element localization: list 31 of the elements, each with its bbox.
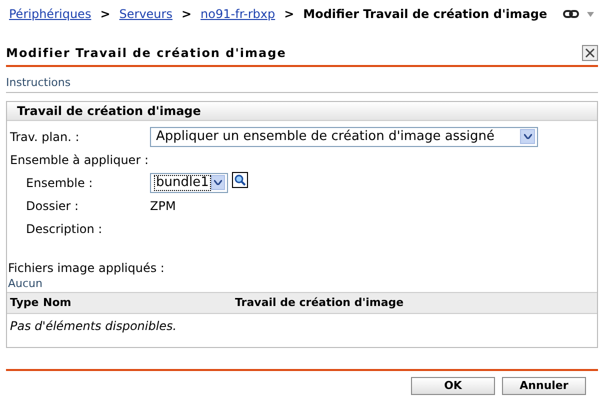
breadcrumb-separator: > xyxy=(181,6,192,23)
empty-message: Pas d'éléments disponibles. xyxy=(10,318,177,335)
breadcrumb-separator: > xyxy=(100,6,110,23)
column-header: Nom xyxy=(43,294,72,311)
dialog-title: Modifier Travail de création d'image xyxy=(6,45,286,62)
field-label: Ensemble : xyxy=(25,174,94,192)
breadcrumb-link[interactable]: no91-fr-rbxp xyxy=(200,5,276,23)
close-button[interactable] xyxy=(582,45,598,61)
search-button[interactable] xyxy=(232,172,248,188)
section-title: Travail de création d'image xyxy=(7,102,597,121)
dialog-button[interactable]: OK xyxy=(411,377,495,395)
breadcrumb-link[interactable]: Périphériques xyxy=(9,5,92,23)
breadcrumb-link[interactable]: Serveurs xyxy=(119,5,172,23)
field-label: Dossier : xyxy=(25,198,80,214)
breadcrumb-current: Modifier Travail de création d'image xyxy=(303,6,548,23)
breadcrumb-separator: > xyxy=(284,6,294,23)
field-label: Ensemble à appliquer : xyxy=(10,152,148,168)
field-label: Fichiers image appliqués : xyxy=(7,260,166,276)
bundle-dropdown[interactable]: bundle1 xyxy=(150,172,228,192)
field-value: ZPM xyxy=(150,198,176,214)
link-icon[interactable] xyxy=(563,9,579,19)
column-header: Travail de création d'image xyxy=(235,294,404,311)
column-header: Type xyxy=(10,294,40,311)
schedule-dropdown[interactable]: Appliquer un ensemble de création d'image assigné xyxy=(150,126,538,146)
dropdown-icon[interactable] xyxy=(587,12,594,16)
none-link[interactable]: Aucun xyxy=(7,276,597,290)
instructions-link[interactable]: Instructions xyxy=(6,75,598,89)
field-label: Trav. plan. : xyxy=(10,128,80,146)
close-icon[interactable] xyxy=(585,48,595,58)
field-label: Description : xyxy=(25,220,104,238)
dialog-button[interactable]: Annuler xyxy=(502,377,586,395)
